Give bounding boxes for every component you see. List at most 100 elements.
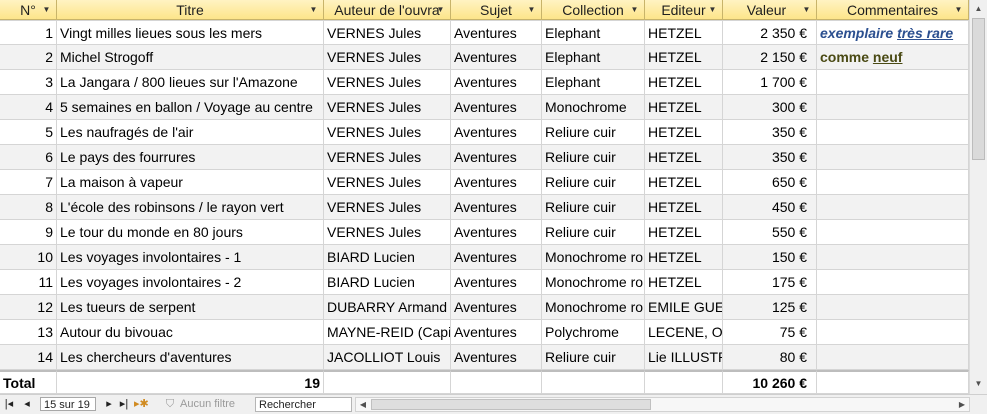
column-header-sujet[interactable]: Sujet ▼ xyxy=(451,0,542,20)
table-row[interactable]: 10 Les voyages involontaires - 1 BIARD Luc… xyxy=(0,245,969,270)
cell-no[interactable]: 10 xyxy=(0,245,57,270)
cell-no[interactable]: 1 xyxy=(0,20,57,45)
scroll-right-icon[interactable]: ▶ xyxy=(955,398,969,411)
cell-commentaires[interactable]: exemplaire très rare xyxy=(817,20,969,45)
cell-collection[interactable]: Elephant xyxy=(542,70,645,95)
cell-titre[interactable]: Autour du bivouac xyxy=(57,320,324,345)
horizontal-scroll-thumb[interactable] xyxy=(371,399,651,410)
cell-auteur[interactable]: VERNES Jules xyxy=(324,20,451,45)
table-row[interactable]: 9 Le tour du monde en 80 jours VERNES Jule… xyxy=(0,220,969,245)
cell-auteur[interactable]: VERNES Jules xyxy=(324,120,451,145)
record-position-field[interactable]: 15 sur 19 xyxy=(40,397,96,411)
cell-auteur[interactable]: VERNES Jules xyxy=(324,95,451,120)
cell-commentaires[interactable] xyxy=(817,245,969,270)
cell-auteur[interactable]: BIARD Lucien xyxy=(324,245,451,270)
cell-auteur[interactable]: BIARD Lucien xyxy=(324,270,451,295)
scroll-left-icon[interactable]: ◀ xyxy=(356,398,370,411)
cell-editeur[interactable]: HETZEL xyxy=(645,95,723,120)
cell-titre[interactable]: Les voyages involontaires - 2 xyxy=(57,270,324,295)
cell-no[interactable]: 8 xyxy=(0,195,57,220)
cell-commentaires[interactable] xyxy=(817,345,969,370)
cell-valeur[interactable]: 150 € xyxy=(723,245,817,270)
cell-sujet[interactable]: Aventures xyxy=(451,95,542,120)
table-row[interactable]: 11 Les voyages involontaires - 2 BIARD Luc… xyxy=(0,270,969,295)
cell-collection[interactable]: Reliure cuir xyxy=(542,170,645,195)
table-row[interactable]: 3 La Jangara / 800 lieues sur l'Amazone VE… xyxy=(0,70,969,95)
sort-filter-arrow-icon[interactable]: ▼ xyxy=(800,3,813,16)
cell-valeur[interactable]: 450 € xyxy=(723,195,817,220)
cell-titre[interactable]: Le tour du monde en 80 jours xyxy=(57,220,324,245)
cell-collection[interactable]: Monochrome xyxy=(542,95,645,120)
cell-editeur[interactable]: HETZEL xyxy=(645,270,723,295)
column-header-auteur[interactable]: Auteur de l'ouvra ▼ xyxy=(324,0,451,20)
cell-commentaires[interactable] xyxy=(817,170,969,195)
scroll-up-icon[interactable]: ▲ xyxy=(971,1,986,17)
cell-editeur[interactable]: HETZEL xyxy=(645,45,723,70)
cell-collection[interactable]: Monochrome ro xyxy=(542,245,645,270)
cell-sujet[interactable]: Aventures xyxy=(451,20,542,45)
cell-commentaires[interactable] xyxy=(817,270,969,295)
cell-editeur[interactable]: HETZEL xyxy=(645,170,723,195)
table-row[interactable]: 6 Le pays des fourrures VERNES Jules Aventu… xyxy=(0,145,969,170)
cell-auteur[interactable]: VERNES Jules xyxy=(324,45,451,70)
cell-commentaires[interactable] xyxy=(817,145,969,170)
column-header-no[interactable]: N° ▼ xyxy=(0,0,57,20)
cell-collection[interactable]: Reliure cuir xyxy=(542,195,645,220)
cell-sujet[interactable]: Aventures xyxy=(451,145,542,170)
cell-no[interactable]: 4 xyxy=(0,95,57,120)
first-record-icon[interactable]: |◂ xyxy=(4,397,14,412)
cell-titre[interactable]: Les chercheurs d'aventures xyxy=(57,345,324,370)
cell-valeur[interactable]: 175 € xyxy=(723,270,817,295)
cell-editeur[interactable]: HETZEL xyxy=(645,20,723,45)
cell-valeur[interactable]: 300 € xyxy=(723,95,817,120)
cell-collection[interactable]: Reliure cuir xyxy=(542,145,645,170)
cell-editeur[interactable]: HETZEL xyxy=(645,245,723,270)
cell-no[interactable]: 5 xyxy=(0,120,57,145)
cell-valeur[interactable]: 350 € xyxy=(723,145,817,170)
cell-sujet[interactable]: Aventures xyxy=(451,170,542,195)
cell-auteur[interactable]: VERNES Jules xyxy=(324,70,451,95)
cell-titre[interactable]: L'école des robinsons / le rayon vert xyxy=(57,195,324,220)
cell-collection[interactable]: Elephant xyxy=(542,20,645,45)
sort-filter-arrow-icon[interactable]: ▼ xyxy=(434,3,447,16)
cell-sujet[interactable]: Aventures xyxy=(451,195,542,220)
cell-auteur[interactable]: VERNES Jules xyxy=(324,220,451,245)
cell-auteur[interactable]: JACOLLIOT Louis xyxy=(324,345,451,370)
cell-editeur[interactable]: EMILE GUE xyxy=(645,295,723,320)
cell-valeur[interactable]: 550 € xyxy=(723,220,817,245)
cell-collection[interactable]: Reliure cuir xyxy=(542,120,645,145)
cell-commentaires[interactable]: comme neuf xyxy=(817,45,969,70)
cell-sujet[interactable]: Aventures xyxy=(451,120,542,145)
column-header-titre[interactable]: Titre ▼ xyxy=(57,0,324,20)
cell-no[interactable]: 2 xyxy=(0,45,57,70)
horizontal-scrollbar[interactable]: ◀ ▶ xyxy=(355,397,970,412)
cell-commentaires[interactable] xyxy=(817,320,969,345)
cell-collection[interactable]: Monochrome ro xyxy=(542,295,645,320)
cell-sujet[interactable]: Aventures xyxy=(451,320,542,345)
table-row[interactable]: 12 Les tueurs de serpent DUBARRY Armand Ave… xyxy=(0,295,969,320)
table-row[interactable]: 14 Les chercheurs d'aventures JACOLLIOT Lo… xyxy=(0,345,969,370)
cell-auteur[interactable]: VERNES Jules xyxy=(324,195,451,220)
cell-commentaires[interactable] xyxy=(817,70,969,95)
cell-titre[interactable]: Les voyages involontaires - 1 xyxy=(57,245,324,270)
cell-collection[interactable]: Elephant xyxy=(542,45,645,70)
vertical-scrollbar[interactable]: ▲ ▼ xyxy=(969,0,987,394)
sort-filter-arrow-icon[interactable]: ▼ xyxy=(628,3,641,16)
cell-commentaires[interactable] xyxy=(817,95,969,120)
cell-sujet[interactable]: Aventures xyxy=(451,220,542,245)
cell-auteur[interactable]: VERNES Jules xyxy=(324,170,451,195)
table-row[interactable]: 8 L'école des robinsons / le rayon vert VE… xyxy=(0,195,969,220)
cell-editeur[interactable]: Lie ILLUSTR xyxy=(645,345,723,370)
sort-filter-arrow-icon[interactable]: ▼ xyxy=(40,3,53,16)
vertical-scroll-thumb[interactable] xyxy=(972,18,985,160)
cell-titre[interactable]: La maison à vapeur xyxy=(57,170,324,195)
cell-auteur[interactable]: MAYNE-REID (Capi xyxy=(324,320,451,345)
cell-valeur[interactable]: 1 700 € xyxy=(723,70,817,95)
next-record-icon[interactable]: ▸ xyxy=(104,397,114,412)
cell-titre[interactable]: La Jangara / 800 lieues sur l'Amazone xyxy=(57,70,324,95)
column-header-collection[interactable]: Collection ▼ xyxy=(542,0,645,20)
cell-collection[interactable]: Reliure cuir xyxy=(542,345,645,370)
cell-collection[interactable]: Polychrome xyxy=(542,320,645,345)
cell-commentaires[interactable] xyxy=(817,220,969,245)
cell-editeur[interactable]: HETZEL xyxy=(645,195,723,220)
